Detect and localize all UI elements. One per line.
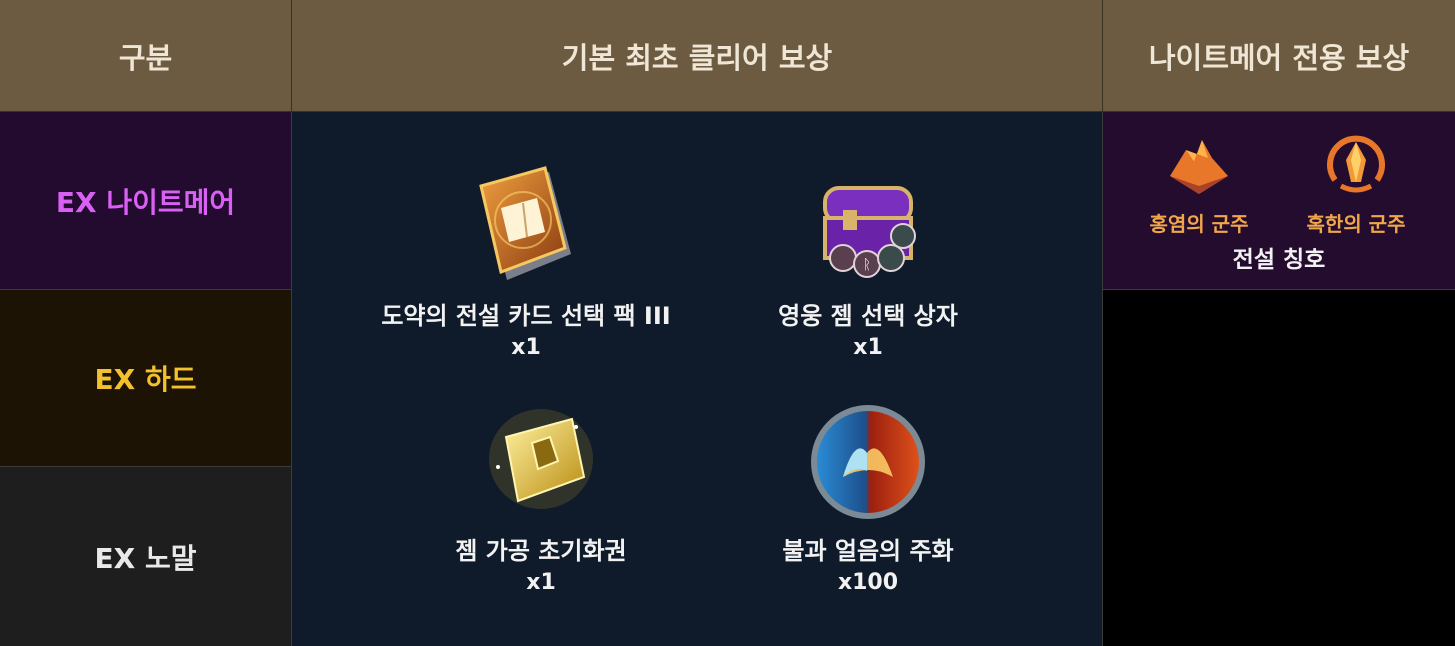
fire-ice-coin-icon <box>811 405 925 519</box>
title-name: 혹한의 군주 <box>1306 212 1406 236</box>
reward-qty: x1 <box>511 335 541 360</box>
reward-item-gem-chest: ᚱ 영웅 젬 선택 상자 x1 <box>698 162 1038 360</box>
empty-reward-area <box>1103 290 1455 646</box>
legendary-title-caption: 전설 칭호 <box>1232 247 1326 273</box>
frost-crystal-emblem-icon <box>1327 135 1385 193</box>
title-name: 홍염의 군주 <box>1149 212 1249 236</box>
gem-chest-icon: ᚱ <box>823 186 916 278</box>
nightmare-rewards-panel: 홍염의 군주 혹한의 군주 전설 칭호 <box>1103 112 1455 290</box>
header-base-rewards: 기본 최초 클리어 보상 <box>292 0 1103 112</box>
row-label-ex-nightmare: EX 나이트메어 <box>0 112 292 290</box>
reward-qty: x1 <box>526 570 556 595</box>
row-label-ex-hard: EX 하드 <box>0 290 292 467</box>
book-card-pack-icon <box>479 166 571 280</box>
base-rewards-panel: 도약의 전설 카드 선택 팩 III x1 ᚱ 영웅 젬 선택 상자 x1 젬 … <box>292 112 1103 646</box>
crimson-mountain-emblem-icon <box>1170 140 1228 194</box>
reward-item-fire-ice-coin: 불과 얼음의 주화 x100 <box>698 397 1038 595</box>
reward-item-card-pack: 도약의 전설 카드 선택 팩 III x1 <box>356 162 696 360</box>
reward-name: 영웅 젬 선택 상자 <box>778 302 958 330</box>
reward-qty: x100 <box>837 570 899 595</box>
title-reward-crimson-lord: 홍염의 군주 <box>1124 132 1274 237</box>
row-label-ex-normal: EX 노말 <box>0 467 292 646</box>
reward-qty: x1 <box>853 335 883 360</box>
golden-ticket-icon <box>489 409 593 509</box>
header-nightmare-rewards: 나이트메어 전용 보상 <box>1103 0 1455 112</box>
reward-name: 도약의 전설 카드 선택 팩 III <box>381 302 671 330</box>
title-reward-frost-lord: 혹한의 군주 <box>1281 132 1431 237</box>
reward-name: 젬 가공 초기화권 <box>455 537 627 565</box>
svg-text:ᚱ: ᚱ <box>863 257 871 273</box>
reward-name: 불과 얼음의 주화 <box>782 537 954 565</box>
header-category: 구분 <box>0 0 292 112</box>
reward-item-gem-reset-ticket: 젬 가공 초기화권 x1 <box>371 397 711 595</box>
